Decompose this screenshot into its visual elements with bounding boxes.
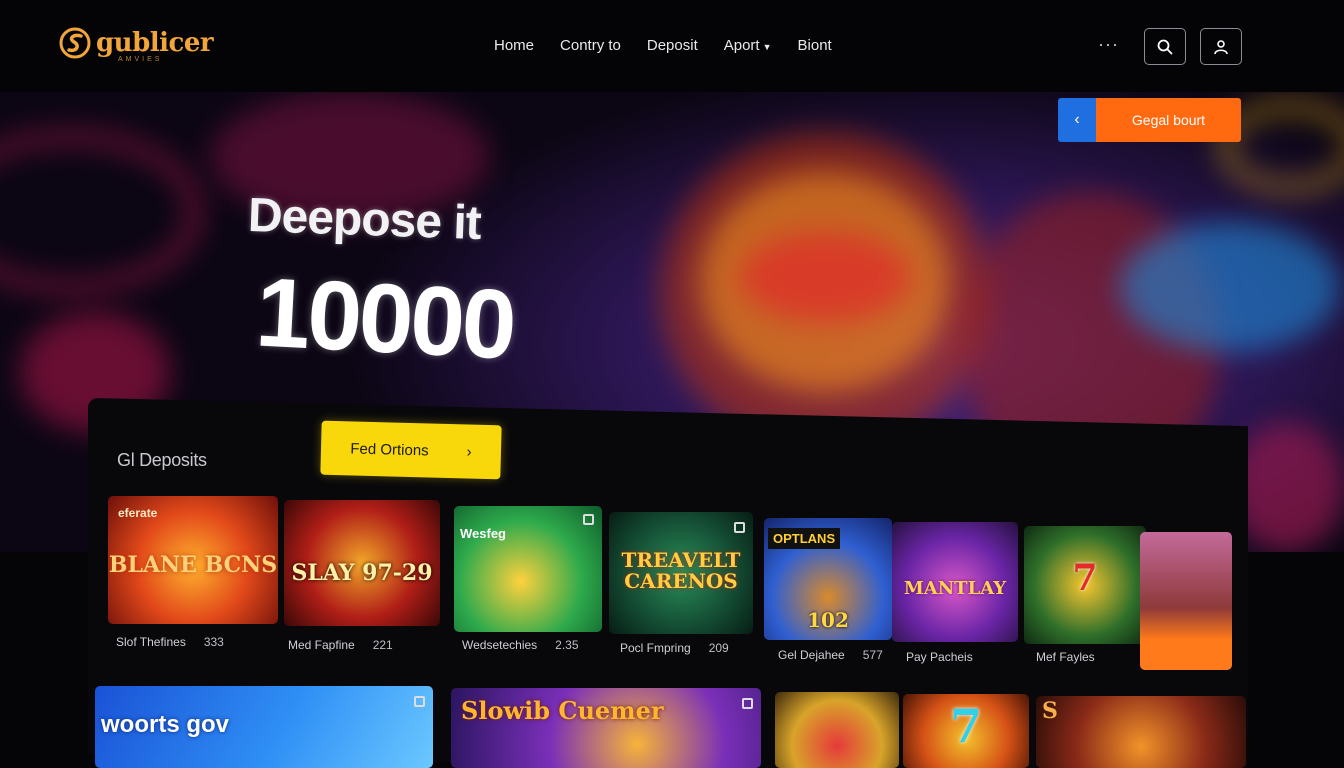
game-meta: Pocl Fmpring 209 <box>620 641 729 655</box>
more-options-icon[interactable]: ··· <box>1098 34 1119 55</box>
game-art-text: 7 <box>1072 557 1098 599</box>
top-nav: gublicer AMVIES Home Contry to Deposit A… <box>0 0 1344 92</box>
game-count: 577 <box>862 648 883 662</box>
hero-decor-screen <box>1120 222 1340 352</box>
nav-item-aport-label: Aport <box>723 37 760 54</box>
game-name: Pay Pacheis <box>906 650 973 664</box>
game-name: Gel Dejahee <box>778 648 845 662</box>
game-thumbnail <box>1140 532 1232 670</box>
nav-item-home[interactable]: Home <box>494 37 534 54</box>
game-art-text: 102 <box>807 608 849 632</box>
game-card[interactable]: SLAY 97-29 <box>284 500 440 626</box>
game-thumbnail <box>454 506 602 632</box>
game-name: Med Fapfine <box>288 638 355 652</box>
game-name: Slof Thefines <box>116 635 186 649</box>
game-meta: Slof Thefines 333 <box>116 635 224 649</box>
game-name: Pocl Fmpring <box>620 641 691 655</box>
game-art-text: BLANE BCNS <box>108 552 278 578</box>
promo-banner-label: Gegal bourt <box>1096 98 1241 142</box>
options-button[interactable]: Fed Ortions › <box>320 420 502 480</box>
game-card[interactable]: Wesfeg <box>454 506 602 632</box>
nav-item-biont[interactable]: Biont <box>798 37 832 54</box>
account-button[interactable] <box>1200 28 1242 65</box>
chevron-left-icon[interactable]: ‹ <box>1058 98 1096 142</box>
chevron-right-icon: › <box>466 442 472 461</box>
game-count: 221 <box>372 638 393 652</box>
brand-name: gublicer <box>96 28 214 58</box>
game-art-text: TREAVELT CARENOS <box>621 548 741 593</box>
game-card[interactable]: woorts gov <box>95 686 433 768</box>
games-section-title: Gl Deposits <box>117 450 207 470</box>
favorite-icon[interactable] <box>734 522 745 533</box>
game-card[interactable]: S <box>1036 696 1246 768</box>
game-meta: Wedsetechies 2.35 <box>462 638 579 652</box>
game-count: 209 <box>708 641 729 655</box>
game-art-text: woorts gov <box>101 711 230 738</box>
game-card[interactable]: 7 <box>903 694 1029 768</box>
brand-logo-icon <box>59 27 91 59</box>
game-badge: Wesfeg <box>460 526 506 541</box>
favorite-icon[interactable] <box>742 698 753 709</box>
game-card[interactable]: eferate BLANE BCNS <box>108 496 278 624</box>
game-art-text: Slowib Cuemer <box>461 696 664 725</box>
game-badge: eferate <box>118 506 158 520</box>
hero-emblem-center <box>740 232 910 322</box>
main-menu: Home Contry to Deposit Aport ▼ Biont <box>494 37 832 54</box>
promo-banner[interactable]: ‹ Gegal bourt <box>1058 98 1241 142</box>
game-count: 333 <box>203 635 224 649</box>
game-card[interactable]: MANTLAY <box>892 522 1018 642</box>
hero-amount: 10000 <box>253 256 517 380</box>
game-meta: Med Fapfine 221 <box>288 638 393 652</box>
game-card[interactable] <box>1140 532 1232 670</box>
search-icon <box>1157 39 1173 54</box>
game-card[interactable]: 7 <box>1024 526 1146 644</box>
brand-tagline: AMVIES <box>118 56 163 63</box>
favorite-icon[interactable] <box>583 514 594 525</box>
game-art-text: 7 <box>949 699 982 753</box>
chevron-down-icon: ▼ <box>762 42 772 52</box>
game-card[interactable]: OPTLANS 102 <box>764 518 892 640</box>
hero-title: Deepose it <box>247 188 482 251</box>
game-card[interactable] <box>775 692 899 768</box>
game-name: Mef Fayles <box>1036 650 1095 664</box>
game-badge: OPTLANS <box>768 528 841 549</box>
hero-decor-arc <box>0 132 200 292</box>
game-name: Wedsetechies <box>462 638 538 652</box>
search-button[interactable] <box>1144 28 1186 65</box>
game-card[interactable]: TREAVELT CARENOS <box>609 512 753 634</box>
game-art-text: MANTLAY <box>903 578 1007 599</box>
game-meta: Mef Fayles <box>1036 650 1113 664</box>
game-thumbnail <box>775 692 899 768</box>
game-card[interactable]: Slowib Cuemer <box>451 688 761 768</box>
game-count: 2.35 <box>555 638 579 652</box>
game-art-text: S <box>1042 698 1058 724</box>
game-thumbnail <box>1036 696 1246 768</box>
nav-item-contry[interactable]: Contry to <box>560 37 621 54</box>
game-meta: Pay Pacheis <box>906 650 991 664</box>
favorite-icon[interactable] <box>414 696 425 707</box>
options-button-label: Fed Ortions <box>350 439 429 459</box>
game-art-text: SLAY 97-29 <box>291 560 433 586</box>
brand-logo[interactable]: gublicer AMVIES <box>58 26 214 63</box>
nav-item-deposit[interactable]: Deposit <box>647 37 698 54</box>
nav-item-aport[interactable]: Aport ▼ <box>724 37 772 54</box>
user-icon <box>1214 39 1228 54</box>
game-meta: Gel Dejahee 577 <box>778 648 883 662</box>
